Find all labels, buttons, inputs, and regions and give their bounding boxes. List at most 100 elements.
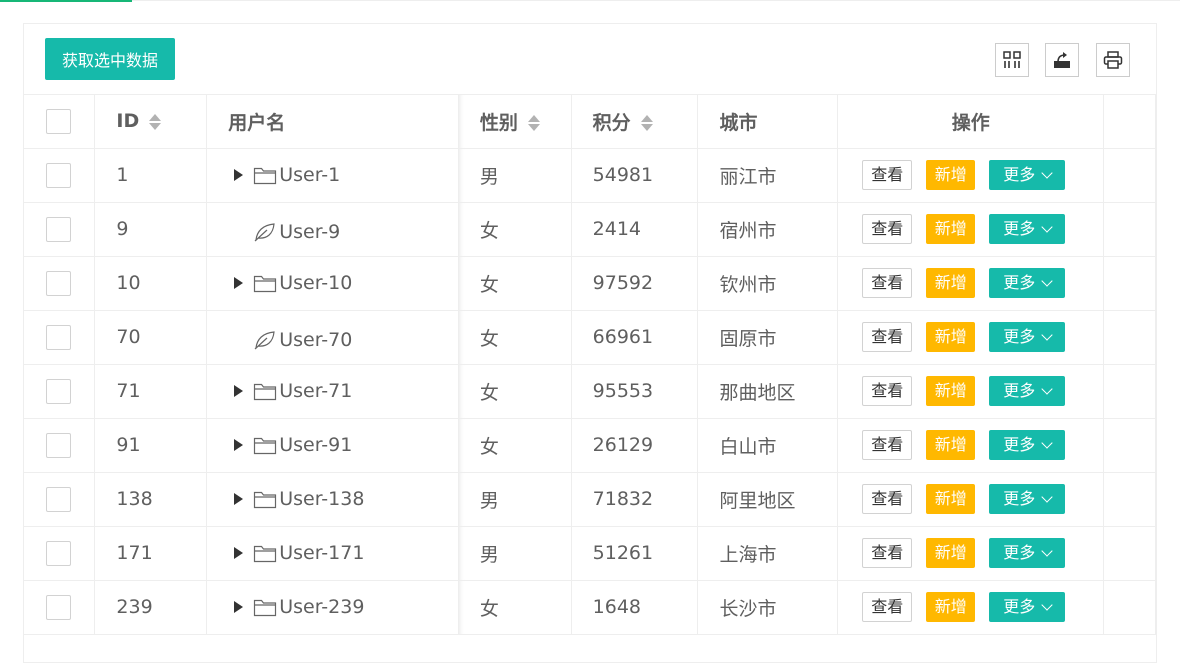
- header-score-label: 积分: [592, 111, 631, 134]
- user-tree-table: ID 用户名 性别 积分 城市 操作 1 User-1 男 54981 丽江市 …: [24, 95, 1156, 635]
- export-icon[interactable]: [1045, 43, 1079, 77]
- header-gender[interactable]: 性别: [458, 95, 572, 149]
- header-score[interactable]: 积分: [571, 95, 699, 149]
- row-gender: 女: [458, 580, 572, 635]
- more-dropdown-button[interactable]: 更多: [989, 268, 1066, 298]
- row-checkbox[interactable]: [46, 540, 71, 566]
- row-city: 上海市: [697, 526, 839, 581]
- row-id: 9: [94, 202, 208, 257]
- row-filler: [1103, 526, 1156, 581]
- view-button[interactable]: 查看: [862, 538, 913, 568]
- chevron-down-icon: [1041, 437, 1053, 449]
- more-label: 更多: [1003, 327, 1036, 346]
- expand-caret-icon[interactable]: [234, 547, 244, 559]
- add-button[interactable]: 新增: [926, 214, 976, 244]
- view-button[interactable]: 查看: [862, 376, 913, 406]
- more-dropdown-button[interactable]: 更多: [989, 484, 1066, 514]
- view-button[interactable]: 查看: [862, 268, 913, 298]
- row-username-cell: User-171: [206, 526, 459, 581]
- row-checkbox[interactable]: [46, 378, 71, 404]
- row-username: User-10: [279, 272, 353, 294]
- more-dropdown-button[interactable]: 更多: [989, 430, 1066, 460]
- row-checkbox-cell: [24, 472, 96, 527]
- row-id: 70: [94, 310, 208, 365]
- add-button[interactable]: 新增: [926, 484, 976, 514]
- header-actions-label: 操作: [951, 111, 990, 134]
- header-city-label: 城市: [719, 111, 758, 134]
- sort-icon[interactable]: [149, 112, 162, 132]
- sort-icon[interactable]: [527, 113, 540, 133]
- more-label: 更多: [1003, 219, 1036, 238]
- row-checkbox[interactable]: [46, 432, 71, 458]
- view-button[interactable]: 查看: [862, 322, 913, 352]
- tree-node: User-71: [228, 380, 352, 402]
- header-gender-label: 性别: [479, 111, 518, 134]
- chevron-down-icon: [1041, 167, 1053, 179]
- expand-caret-icon[interactable]: [234, 493, 244, 505]
- active-tab-indicator: [0, 0, 132, 2]
- row-checkbox[interactable]: [46, 270, 71, 296]
- view-button[interactable]: 查看: [862, 592, 913, 622]
- folder-icon: [253, 165, 277, 185]
- sort-icon[interactable]: [640, 113, 653, 133]
- add-button[interactable]: 新增: [926, 538, 976, 568]
- row-score: 97592: [571, 256, 699, 311]
- row-id: 138: [94, 472, 208, 527]
- row-id: 10: [94, 256, 208, 311]
- more-dropdown-button[interactable]: 更多: [989, 376, 1066, 406]
- header-city: 城市: [697, 95, 839, 149]
- row-filler: [1103, 364, 1156, 419]
- row-id: 1: [94, 148, 208, 203]
- row-filler: [1103, 418, 1156, 473]
- row-username: User-171: [279, 542, 365, 564]
- expand-caret-icon[interactable]: [234, 169, 244, 181]
- header-id[interactable]: ID: [94, 95, 208, 149]
- expand-caret-icon[interactable]: [234, 385, 244, 397]
- row-checkbox[interactable]: [46, 162, 71, 188]
- row-filler: [1103, 310, 1156, 365]
- expand-caret-icon[interactable]: [234, 277, 244, 289]
- row-checkbox[interactable]: [46, 324, 71, 350]
- more-dropdown-button[interactable]: 更多: [989, 160, 1066, 190]
- tree-node: User-239: [228, 596, 364, 618]
- add-button[interactable]: 新增: [926, 430, 976, 460]
- more-label: 更多: [1003, 543, 1036, 562]
- row-checkbox[interactable]: [46, 594, 71, 620]
- get-selected-data-button[interactable]: 获取选中数据: [45, 38, 175, 80]
- chevron-down-icon: [1041, 383, 1053, 395]
- more-dropdown-button[interactable]: 更多: [989, 214, 1066, 244]
- more-dropdown-button[interactable]: 更多: [989, 538, 1066, 568]
- row-gender: 女: [458, 256, 572, 311]
- columns-icon[interactable]: [995, 43, 1029, 77]
- view-button[interactable]: 查看: [862, 214, 913, 244]
- print-icon[interactable]: [1096, 43, 1130, 77]
- chevron-down-icon: [1041, 599, 1053, 611]
- row-checkbox[interactable]: [46, 486, 71, 512]
- folder-icon: [253, 489, 277, 509]
- folder-icon: [253, 273, 277, 293]
- expand-caret-icon[interactable]: [234, 601, 244, 613]
- row-checkbox[interactable]: [46, 216, 71, 242]
- select-all-checkbox[interactable]: [46, 108, 71, 134]
- more-label: 更多: [1003, 273, 1036, 292]
- row-score: 71832: [571, 472, 699, 527]
- more-dropdown-button[interactable]: 更多: [989, 592, 1066, 622]
- row-gender: 女: [458, 202, 572, 257]
- view-button[interactable]: 查看: [862, 484, 913, 514]
- view-button[interactable]: 查看: [862, 160, 913, 190]
- add-button[interactable]: 新增: [926, 268, 976, 298]
- view-button[interactable]: 查看: [862, 430, 913, 460]
- row-actions: 查看 新增 更多: [837, 472, 1105, 527]
- row-city: 长沙市: [697, 580, 839, 635]
- more-dropdown-button[interactable]: 更多: [989, 322, 1066, 352]
- add-button[interactable]: 新增: [926, 376, 976, 406]
- add-button[interactable]: 新增: [926, 322, 976, 352]
- table-row: 171 User-171 男 51261 上海市 查看 新增 更多: [24, 526, 1156, 581]
- row-username: User-239: [279, 596, 365, 618]
- add-button[interactable]: 新增: [926, 592, 976, 622]
- expand-caret-icon[interactable]: [234, 439, 244, 451]
- add-button[interactable]: 新增: [926, 160, 976, 190]
- row-actions: 查看 新增 更多: [837, 418, 1105, 473]
- tree-node: User-138: [228, 488, 364, 510]
- row-gender: 女: [458, 364, 572, 419]
